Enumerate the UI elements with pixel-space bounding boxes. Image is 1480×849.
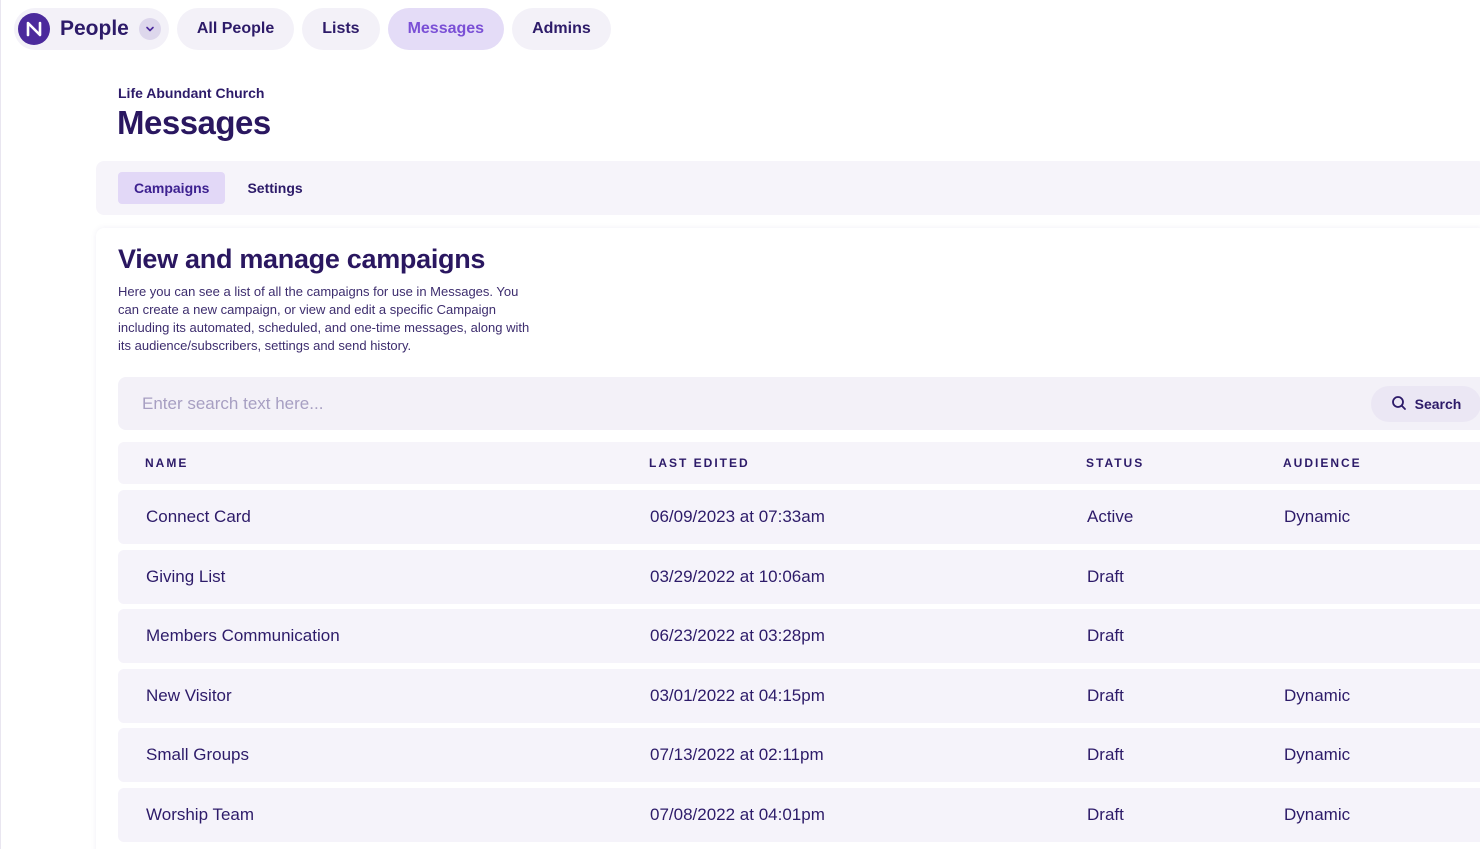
search-button-label: Search [1414,396,1462,412]
last-edited: 03/01/2022 at 04:15pm [650,686,825,705]
last-edited: 06/09/2023 at 07:33am [650,507,825,526]
table-row[interactable]: Members Communication 06/23/2022 at 03:2… [118,609,1480,663]
page: People All People Lists Messages Admins … [0,0,1480,849]
table-row[interactable]: Connect Card 06/09/2023 at 07:33am Activ… [118,490,1480,544]
campaign-name[interactable]: Worship Team [146,805,254,825]
table-row[interactable]: New Visitor 03/01/2022 at 04:15pm Draft … [118,669,1480,723]
n-logo-icon [18,13,50,45]
search-icon [1391,395,1407,414]
audience: Dynamic [1284,745,1351,764]
nav-messages[interactable]: Messages [387,8,505,50]
status: Draft [1087,567,1124,586]
last-edited: 07/13/2022 at 02:11pm [650,745,824,764]
status: Active [1087,507,1134,526]
column-header-last-edited[interactable]: LAST EDITED [649,456,750,470]
search-input[interactable] [118,377,1358,430]
campaign-name[interactable]: New Visitor [146,686,232,706]
left-divider [0,0,1,849]
campaign-name[interactable]: Connect Card [146,507,251,527]
top-navigation: People All People Lists Messages Admins [14,8,611,50]
table-row[interactable]: Small Groups 07/13/2022 at 02:11pm Draft… [118,728,1480,782]
status: Draft [1087,686,1124,705]
nav-all-people[interactable]: All People [176,8,295,50]
audience: Dynamic [1284,805,1351,824]
nav-admins[interactable]: Admins [512,8,611,50]
column-header-status[interactable]: STATUS [1086,456,1144,470]
audience: Dynamic [1284,507,1351,526]
status: Draft [1087,745,1124,764]
last-edited: 07/08/2022 at 04:01pm [650,805,825,824]
subtab-bar: Campaigns Settings [96,161,1480,215]
last-edited: 03/29/2022 at 10:06am [650,567,825,586]
last-edited: 06/23/2022 at 03:28pm [650,626,825,645]
campaign-name[interactable]: Small Groups [146,745,249,765]
campaign-name[interactable]: Members Communication [146,626,340,646]
campaign-name[interactable]: Giving List [146,567,225,587]
app-name: People [60,17,129,40]
search-bar: Search [118,377,1480,430]
table-header: NAME LAST EDITED STATUS AUDIENCE [118,442,1480,484]
nav-lists[interactable]: Lists [302,8,380,50]
table-row[interactable]: Giving List 03/29/2022 at 10:06am Draft [118,550,1480,604]
tab-campaigns[interactable]: Campaigns [118,172,226,204]
organization-name: Life Abundant Church [118,85,265,101]
chevron-down-icon[interactable] [138,18,161,40]
column-header-audience[interactable]: AUDIENCE [1283,456,1362,470]
page-title: Messages [117,104,271,141]
status: Draft [1087,805,1124,824]
status: Draft [1087,626,1124,645]
table-row[interactable]: Worship Team 07/08/2022 at 04:01pm Draft… [118,788,1480,842]
tab-settings[interactable]: Settings [231,172,318,204]
audience: Dynamic [1284,686,1351,705]
section-description: Here you can see a list of all the campa… [118,284,530,353]
column-header-name[interactable]: NAME [145,456,188,470]
search-button[interactable]: Search [1371,386,1480,422]
section-title: View and manage campaigns [118,244,486,274]
app-switcher[interactable]: People [14,8,169,50]
